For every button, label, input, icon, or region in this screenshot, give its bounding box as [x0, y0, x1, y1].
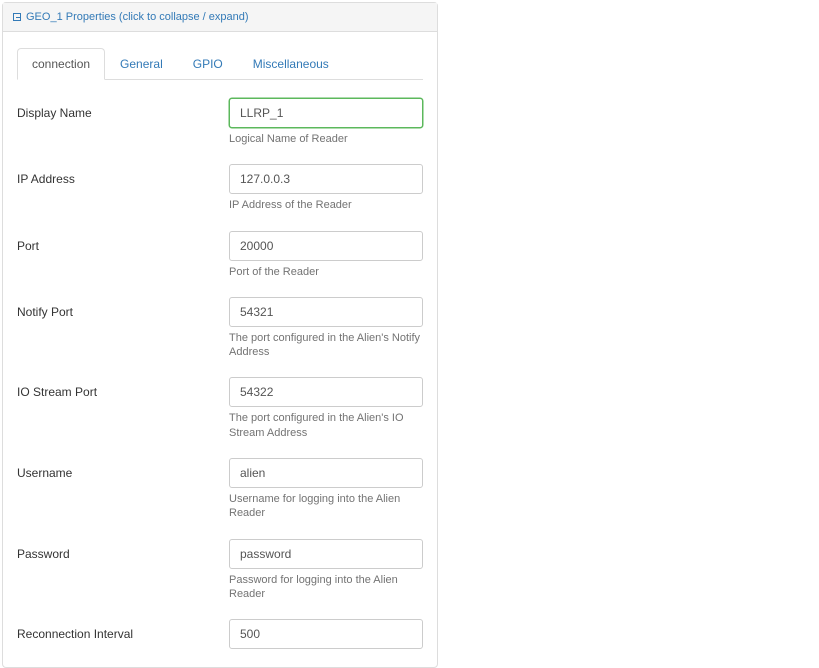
help-username: Username for logging into the Alien Read…: [229, 492, 423, 521]
row-ip-address: IP Address IP Address of the Reader: [17, 164, 423, 212]
row-display-name: Display Name Logical Name of Reader: [17, 98, 423, 146]
input-username[interactable]: [229, 458, 423, 488]
panel-title: GEO_1 Properties (click to collapse / ex…: [26, 11, 249, 23]
field-notify-port: The port configured in the Alien's Notif…: [229, 297, 423, 360]
tab-general[interactable]: General: [105, 48, 178, 80]
row-io-stream-port: IO Stream Port The port configured in th…: [17, 377, 423, 440]
input-notify-port[interactable]: [229, 297, 423, 327]
input-port[interactable]: [229, 231, 423, 261]
input-display-name[interactable]: [229, 98, 423, 128]
label-reconnection-interval: Reconnection Interval: [17, 619, 229, 649]
field-display-name: Logical Name of Reader: [229, 98, 423, 146]
row-port: Port Port of the Reader: [17, 231, 423, 279]
label-username: Username: [17, 458, 229, 521]
label-port: Port: [17, 231, 229, 279]
help-notify-port: The port configured in the Alien's Notif…: [229, 331, 423, 360]
field-reconnection-interval: [229, 619, 423, 649]
label-display-name: Display Name: [17, 98, 229, 146]
properties-panel: GEO_1 Properties (click to collapse / ex…: [2, 2, 438, 668]
tab-connection[interactable]: connection: [17, 48, 105, 80]
label-io-stream-port: IO Stream Port: [17, 377, 229, 440]
row-password: Password Password for logging into the A…: [17, 539, 423, 602]
label-password: Password: [17, 539, 229, 602]
panel-header[interactable]: GEO_1 Properties (click to collapse / ex…: [3, 3, 437, 32]
panel-body: connection General GPIO Miscellaneous Di…: [3, 32, 437, 649]
row-reconnection-interval: Reconnection Interval: [17, 619, 423, 649]
label-notify-port: Notify Port: [17, 297, 229, 360]
input-password[interactable]: [229, 539, 423, 569]
input-reconnection-interval[interactable]: [229, 619, 423, 649]
help-password: Password for logging into the Alien Read…: [229, 573, 423, 602]
help-io-stream-port: The port configured in the Alien's IO St…: [229, 411, 423, 440]
tabs: connection General GPIO Miscellaneous: [17, 48, 423, 80]
help-ip-address: IP Address of the Reader: [229, 198, 423, 212]
field-password: Password for logging into the Alien Read…: [229, 539, 423, 602]
row-notify-port: Notify Port The port configured in the A…: [17, 297, 423, 360]
help-port: Port of the Reader: [229, 265, 423, 279]
tab-gpio[interactable]: GPIO: [178, 48, 238, 80]
field-ip-address: IP Address of the Reader: [229, 164, 423, 212]
collapse-icon: [13, 13, 21, 21]
field-username: Username for logging into the Alien Read…: [229, 458, 423, 521]
field-port: Port of the Reader: [229, 231, 423, 279]
help-display-name: Logical Name of Reader: [229, 132, 423, 146]
input-io-stream-port[interactable]: [229, 377, 423, 407]
tab-miscellaneous[interactable]: Miscellaneous: [238, 48, 344, 80]
row-username: Username Username for logging into the A…: [17, 458, 423, 521]
field-io-stream-port: The port configured in the Alien's IO St…: [229, 377, 423, 440]
label-ip-address: IP Address: [17, 164, 229, 212]
input-ip-address[interactable]: [229, 164, 423, 194]
